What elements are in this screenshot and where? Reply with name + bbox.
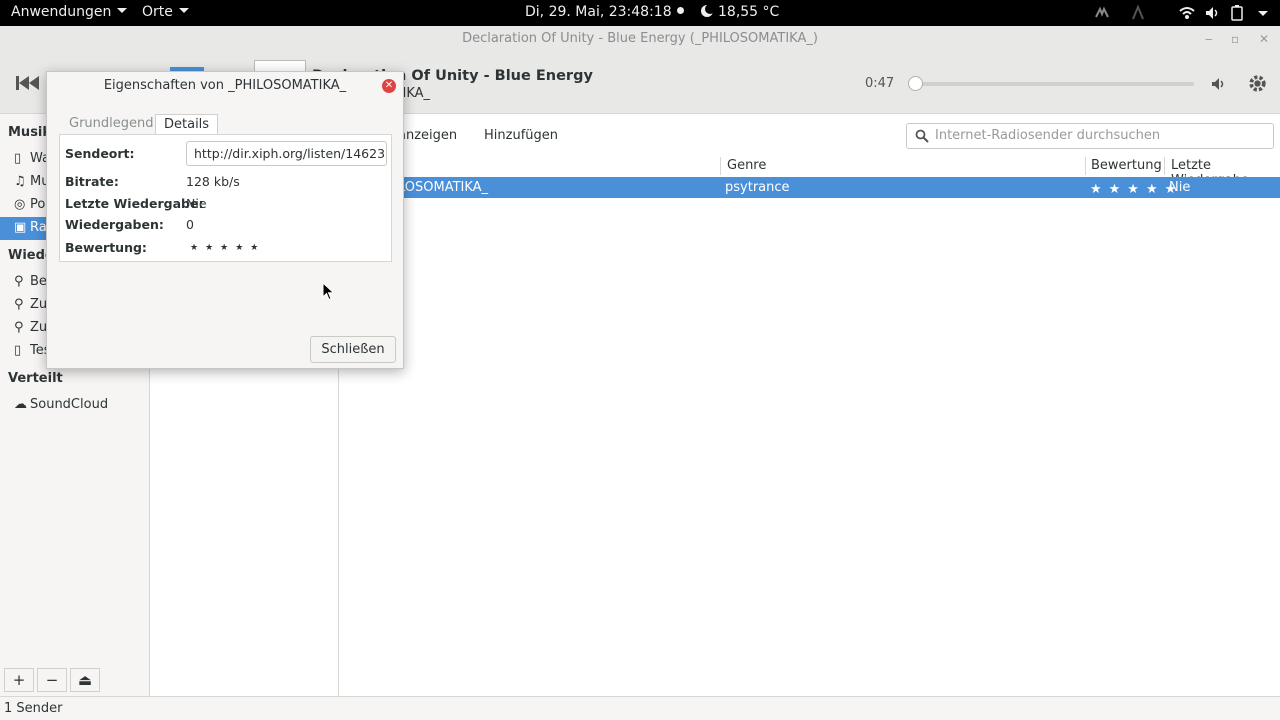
elapsed-time: 0:47 bbox=[865, 76, 895, 91]
maximize-icon[interactable]: ▫ bbox=[1231, 26, 1239, 52]
music-note-icon: ♫ bbox=[14, 174, 26, 189]
places-menu-label: Orte bbox=[142, 4, 173, 20]
last-played-label: Letzte Wiedergabe: bbox=[65, 196, 204, 211]
search-icon: ⚲ bbox=[14, 320, 24, 335]
rating-label: Bewertung: bbox=[65, 240, 147, 255]
places-menu[interactable]: Orte bbox=[142, 4, 189, 20]
radio-icon: ▣ bbox=[14, 220, 27, 235]
clock-text: Di, 29. Mai, 23:48:18 bbox=[525, 4, 672, 20]
search-placeholder: Internet-Radiosender durchsuchen bbox=[935, 128, 1161, 143]
properties-dialog: Eigenschaften von _PHILOSOMATIKA_ ✕ Grun… bbox=[46, 71, 404, 369]
station-search-input[interactable]: Internet-Radiosender durchsuchen bbox=[906, 123, 1274, 149]
bitrate-value: 128 kb/s bbox=[186, 174, 240, 189]
queue-icon: ▯ bbox=[14, 151, 22, 166]
column-separator bbox=[1085, 157, 1086, 175]
seek-bar[interactable] bbox=[908, 76, 1194, 91]
search-icon: ⚲ bbox=[14, 297, 24, 312]
close-icon[interactable]: ✕ bbox=[1259, 26, 1269, 52]
app-indicator-icon[interactable] bbox=[1130, 5, 1146, 21]
system-menu-caret-icon[interactable] bbox=[1258, 11, 1268, 16]
last-played-value: Nie bbox=[186, 196, 207, 211]
tab-details[interactable]: Details bbox=[155, 114, 219, 135]
close-icon[interactable]: ✕ bbox=[382, 79, 396, 93]
column-separator bbox=[1164, 157, 1165, 175]
add-source-button[interactable]: + bbox=[4, 668, 34, 692]
status-bar: 1 Sender bbox=[0, 696, 1280, 720]
eject-button[interactable]: ⏏ bbox=[70, 668, 100, 692]
document-icon: ▯ bbox=[14, 343, 22, 358]
status-text: 1 Sender bbox=[4, 701, 63, 716]
battery-icon[interactable] bbox=[1229, 5, 1245, 21]
sidebar-item-soundcloud[interactable]: ☁ SoundCloud bbox=[14, 397, 108, 412]
tab-basic[interactable]: Grundlegend bbox=[61, 114, 162, 135]
station-list-pane bbox=[340, 114, 1280, 696]
mouse-pointer-icon bbox=[322, 282, 335, 301]
applications-menu[interactable]: Anwendungen bbox=[11, 4, 128, 20]
location-field[interactable]: http://dir.xiph.org/listen/146232 bbox=[186, 141, 387, 166]
volume-button-icon[interactable] bbox=[1210, 76, 1226, 92]
window-titlebar: Declaration Of Unity - Blue Energy (_PHI… bbox=[0, 26, 1280, 52]
column-header-rating[interactable]: Bewertung bbox=[1091, 158, 1162, 173]
window-title: Declaration Of Unity - Blue Energy (_PHI… bbox=[462, 31, 818, 46]
details-panel: Sendeort: http://dir.xiph.org/listen/146… bbox=[59, 134, 392, 262]
sidebar-item-label: SoundCloud bbox=[30, 397, 109, 412]
location-label: Sendeort: bbox=[65, 146, 135, 161]
rating-stars[interactable]: ★★★★★ bbox=[190, 243, 265, 253]
show-button[interactable]: anzeigen bbox=[398, 128, 457, 143]
location-value: http://dir.xiph.org/listen/146232 bbox=[194, 146, 387, 161]
cloud-icon: ☁ bbox=[14, 397, 27, 412]
search-icon: ⚲ bbox=[14, 274, 24, 289]
column-separator bbox=[720, 157, 721, 175]
sidebar-header-shared: Verteilt bbox=[8, 371, 63, 386]
column-header-genre[interactable]: Genre bbox=[727, 158, 766, 173]
wifi-icon[interactable] bbox=[1179, 5, 1195, 21]
top-panel: Anwendungen Orte Di, 29. Mai, 23:48:18 1… bbox=[0, 0, 1280, 26]
seek-handle[interactable] bbox=[908, 76, 923, 91]
remove-source-button[interactable]: − bbox=[37, 668, 67, 692]
plays-value: 0 bbox=[186, 217, 194, 232]
table-row[interactable]: LOSOMATIKA_ psytrance ★★★★★ Nie bbox=[340, 177, 1280, 198]
gear-icon[interactable] bbox=[1247, 73, 1268, 94]
network-manager-icon[interactable] bbox=[1094, 5, 1110, 21]
dialog-title: Eigenschaften von _PHILOSOMATIKA_ bbox=[103, 78, 347, 93]
plays-label: Wiedergaben: bbox=[65, 217, 164, 232]
previous-track-icon[interactable] bbox=[16, 76, 40, 90]
weather-text: 18,55 °C bbox=[718, 4, 780, 20]
row-genre: psytrance bbox=[725, 180, 790, 195]
chevron-down-icon bbox=[117, 8, 128, 13]
clock[interactable]: Di, 29. Mai, 23:48:18 bbox=[525, 4, 684, 20]
add-button[interactable]: Hinzufügen bbox=[484, 128, 558, 143]
podcast-icon: ◎ bbox=[14, 197, 26, 212]
bitrate-label: Bitrate: bbox=[65, 174, 119, 189]
volume-icon[interactable] bbox=[1204, 5, 1220, 21]
row-last-played: Nie bbox=[1169, 180, 1191, 195]
row-title: LOSOMATIKA_ bbox=[398, 180, 489, 195]
search-icon bbox=[915, 129, 929, 143]
applications-menu-label: Anwendungen bbox=[11, 4, 112, 20]
chevron-down-icon bbox=[178, 8, 189, 13]
minimize-icon[interactable]: ‒ bbox=[1205, 26, 1213, 52]
notification-dot-icon bbox=[676, 7, 684, 14]
moon-icon bbox=[701, 4, 715, 17]
close-button[interactable]: Schließen bbox=[310, 336, 396, 363]
weather-indicator[interactable]: 18,55 °C bbox=[700, 4, 779, 20]
